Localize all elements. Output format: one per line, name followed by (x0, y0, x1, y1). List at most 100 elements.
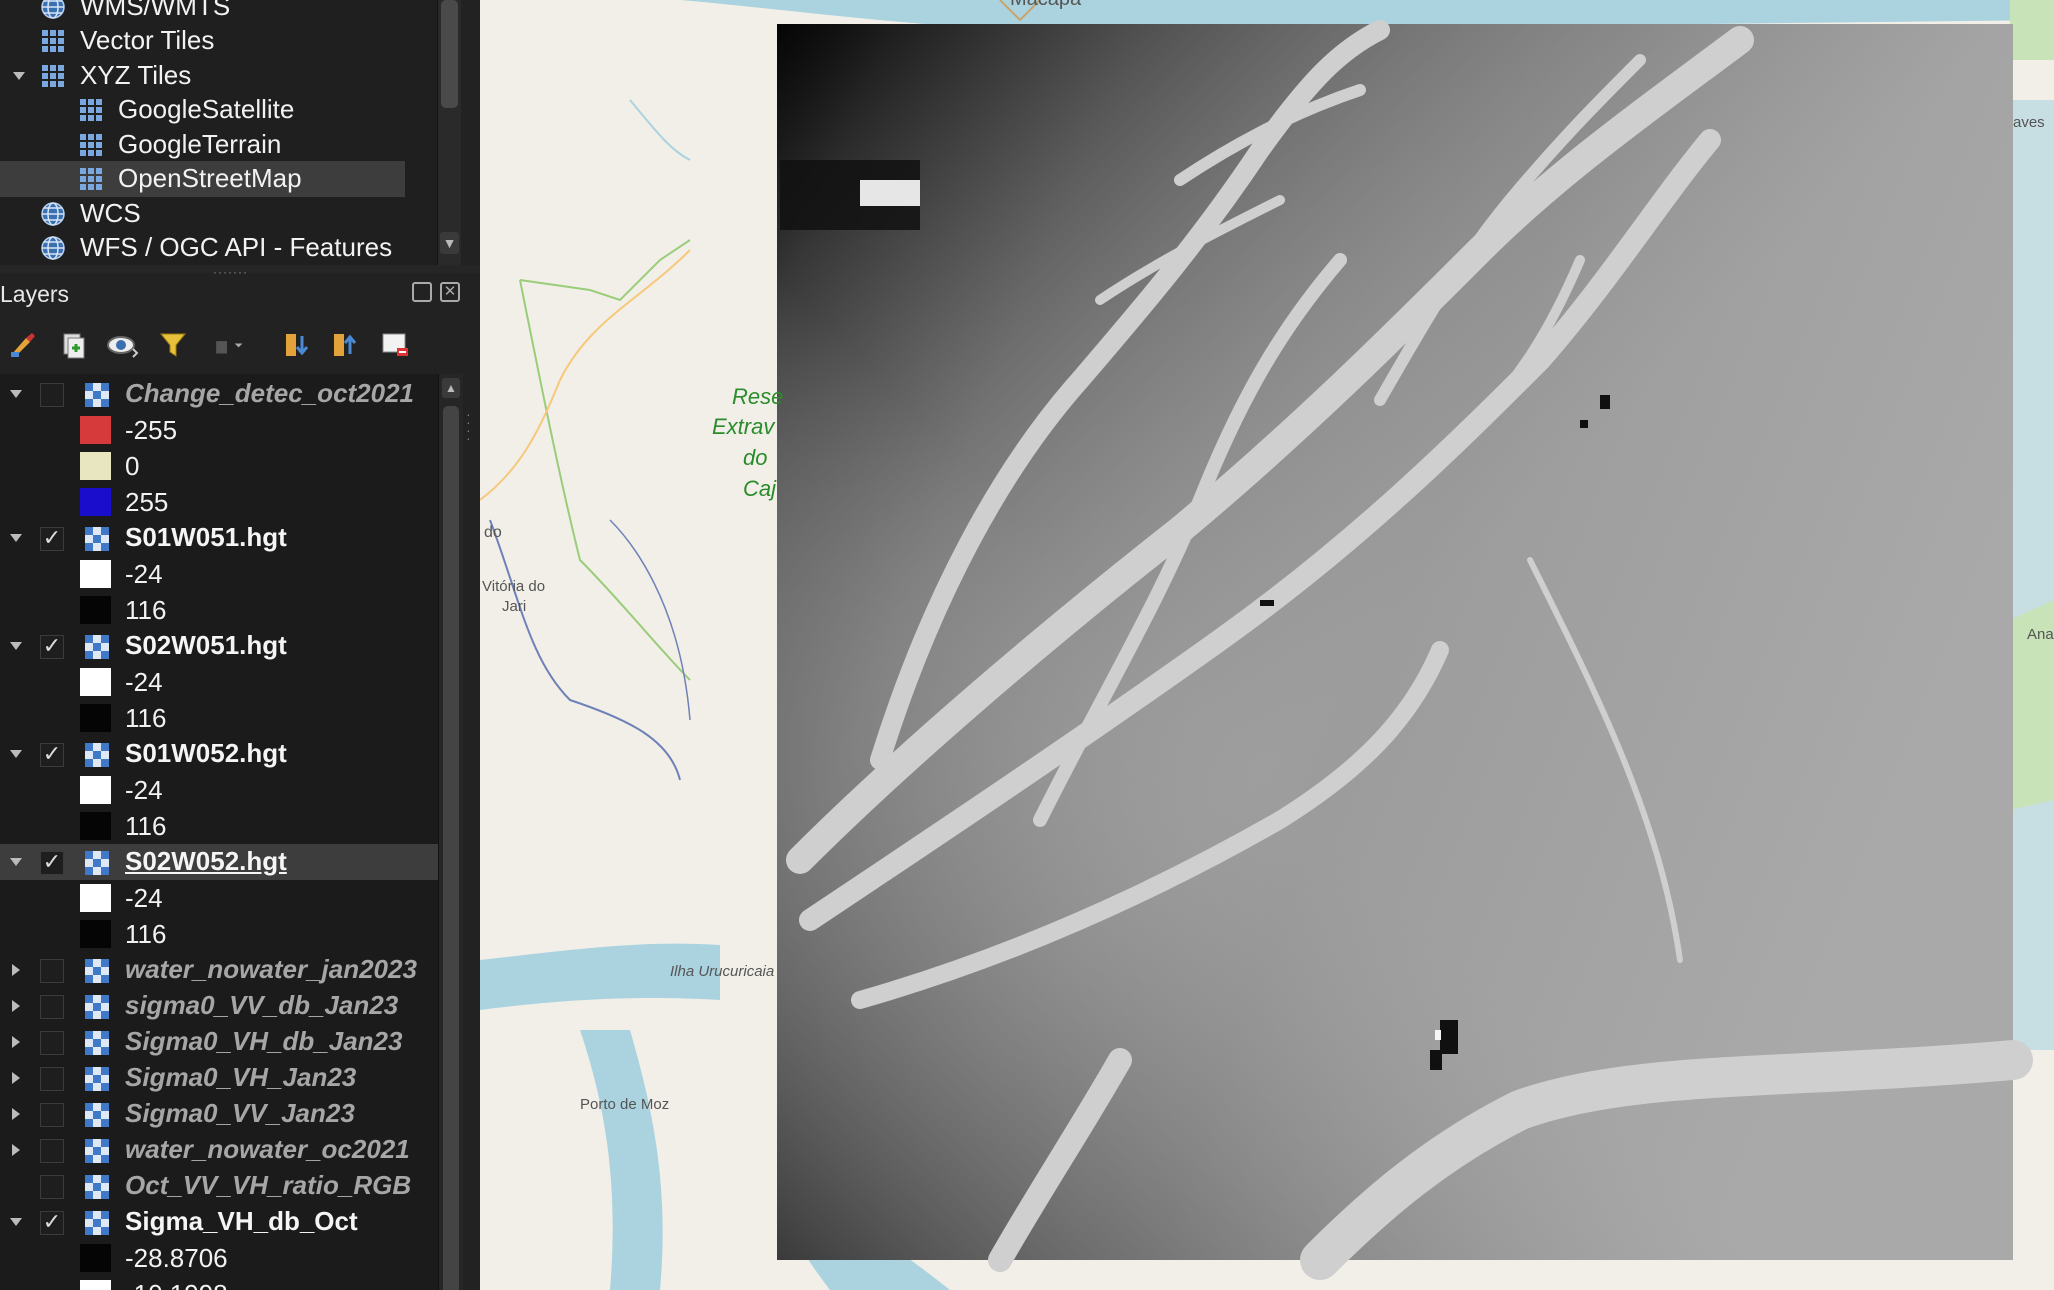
layer-item[interactable]: ✓ S02W052.hgt (0, 844, 438, 880)
layer-name: Change_detec_oct2021 (125, 378, 415, 408)
filter-legend-icon[interactable] (156, 328, 190, 362)
layer-item[interactable]: ✓ S01W052.hgt (0, 736, 438, 772)
browser-item[interactable]: OpenStreetMap (0, 161, 405, 197)
expand-arrow-icon[interactable] (4, 1024, 28, 1060)
map-canvas[interactable]: Macapá Rese Extrav do Caj do Vitória do … (480, 0, 2054, 1290)
close-panel-icon[interactable]: ✕ (440, 282, 460, 302)
grid-icon (78, 97, 104, 123)
basemap-openstreetmap (480, 0, 2054, 1290)
add-group-icon[interactable] (56, 328, 90, 362)
legend-value: 116 (125, 811, 167, 841)
layer-visibility-checkbox[interactable]: ✓ (40, 743, 64, 767)
layers-scrollbar[interactable]: ▲ (438, 374, 463, 1290)
legend-item: -10.1998 (0, 1276, 438, 1290)
map-label-reserve: Caj (743, 476, 777, 501)
collapse-arrow-icon[interactable] (4, 1204, 28, 1240)
open-layer-styling-icon[interactable] (6, 328, 40, 362)
collapse-all-icon[interactable] (328, 328, 362, 362)
panel-splitter[interactable]: ······· (0, 265, 480, 279)
expand-arrow-icon[interactable] (4, 1132, 28, 1168)
layer-name: S01W052.hgt (125, 738, 287, 768)
browser-item[interactable]: GoogleTerrain (0, 127, 405, 163)
browser-item[interactable]: WMS/WMTS (0, 0, 405, 25)
legend-color-swatch (80, 452, 111, 480)
expand-arrow-icon[interactable] (4, 1096, 28, 1132)
scroll-down-arrow-icon[interactable]: ▼ (440, 232, 459, 254)
globe-icon (40, 235, 66, 261)
collapse-arrow-icon[interactable] (4, 844, 28, 880)
browser-item[interactable]: Vector Tiles (0, 23, 405, 59)
layer-item[interactable]: ✓ S01W051.hgt (0, 520, 438, 556)
expand-arrow-icon[interactable] (4, 988, 28, 1024)
layer-visibility-checkbox[interactable]: ✓ (40, 851, 64, 875)
layer-item[interactable]: Oct_VV_VH_ratio_RGB (0, 1168, 438, 1204)
browser-item[interactable]: WCS (0, 196, 405, 232)
collapse-arrow-icon[interactable] (4, 376, 28, 412)
layer-item[interactable]: water_nowater_jan2023 (0, 952, 438, 988)
remove-layer-icon[interactable] (378, 328, 412, 362)
browser-scrollbar-thumb[interactable] (441, 0, 458, 108)
expand-arrow-icon[interactable] (4, 1060, 28, 1096)
collapse-arrow-icon[interactable] (4, 520, 28, 556)
layer-name: water_nowater_jan2023 (125, 954, 417, 984)
expand-arrow-icon[interactable] (4, 952, 28, 988)
scroll-up-arrow-icon[interactable]: ▲ (442, 378, 460, 398)
browser-item[interactable]: XYZ Tiles (0, 58, 405, 94)
browser-item-label: WFS / OGC API - Features (80, 232, 393, 262)
map-label-reserve: Rese (732, 384, 784, 409)
layer-visibility-checkbox[interactable]: ✓ (40, 1211, 64, 1235)
layer-visibility-checkbox[interactable]: ✓ (40, 635, 64, 659)
left-dock: WMS/WMTS Vector Tiles XYZ Tiles GoogleSatel… (0, 0, 480, 1290)
collapse-arrow-icon[interactable] (4, 628, 28, 664)
layer-visibility-checkbox[interactable] (40, 959, 64, 983)
layers-toolbar (0, 320, 470, 370)
legend-color-swatch (80, 812, 111, 840)
legend-value: -28.8706 (125, 1243, 228, 1273)
filter-expression-icon[interactable] (210, 328, 244, 362)
legend-value: -24 (125, 559, 163, 589)
legend-item: 116 (0, 916, 438, 952)
layers-scrollbar-thumb[interactable] (443, 406, 459, 1290)
layer-item[interactable]: Sigma0_VH_db_Jan23 (0, 1024, 438, 1060)
browser-item-label: XYZ Tiles (80, 60, 192, 90)
map-label-vitoria: Vitória do (482, 578, 546, 595)
layer-item[interactable]: ✓ S02W051.hgt (0, 628, 438, 664)
layer-item[interactable]: Sigma0_VH_Jan23 (0, 1060, 438, 1096)
layer-item[interactable]: Change_detec_oct2021 (0, 376, 438, 412)
layer-visibility-checkbox[interactable] (40, 1175, 64, 1199)
layer-visibility-checkbox[interactable] (40, 1067, 64, 1091)
collapse-arrow-icon[interactable] (4, 736, 28, 772)
legend-value: 255 (125, 487, 169, 517)
expand-arrow-icon[interactable] (6, 58, 32, 94)
dock-resize-grip[interactable]: · · · · (466, 407, 471, 445)
legend-item: 116 (0, 808, 438, 844)
manage-visibility-icon[interactable] (106, 328, 140, 362)
layer-visibility-checkbox[interactable] (40, 995, 64, 1019)
globe-icon (40, 201, 66, 227)
layer-name: Sigma_VH_db_Oct (125, 1206, 358, 1236)
browser-item[interactable]: WFS / OGC API - Features (0, 230, 405, 265)
raster-layer-icon (84, 526, 110, 552)
layer-visibility-checkbox[interactable] (40, 1139, 64, 1163)
layer-item[interactable]: water_nowater_oc2021 (0, 1132, 438, 1168)
layer-item[interactable]: ✓ Sigma_VH_db_Oct (0, 1204, 438, 1240)
layer-visibility-checkbox[interactable] (40, 1031, 64, 1055)
legend-color-swatch (80, 920, 111, 948)
float-panel-icon[interactable] (412, 282, 432, 302)
layer-item[interactable]: Sigma0_VV_Jan23 (0, 1096, 438, 1132)
layers-tree: Change_detec_oct2021 -255 0 255 ✓ S01W051.hgt… (0, 374, 438, 1290)
expand-all-icon[interactable] (280, 328, 314, 362)
layer-visibility-checkbox[interactable] (40, 1103, 64, 1127)
browser-item[interactable]: GoogleSatellite (0, 92, 405, 128)
grid-icon (40, 63, 66, 89)
legend-color-swatch (80, 776, 111, 804)
browser-scrollbar[interactable]: ▼ (437, 0, 461, 265)
layer-item[interactable]: sigma0_VV_db_Jan23 (0, 988, 438, 1024)
layer-visibility-checkbox[interactable]: ✓ (40, 527, 64, 551)
raster-layer-icon (84, 1030, 110, 1056)
browser-panel: WMS/WMTS Vector Tiles XYZ Tiles GoogleSatel… (0, 0, 460, 265)
raster-layer-icon (84, 1210, 110, 1236)
raster-layer-icon (84, 742, 110, 768)
layer-visibility-checkbox[interactable] (40, 383, 64, 407)
raster-layer-icon (84, 1138, 110, 1164)
